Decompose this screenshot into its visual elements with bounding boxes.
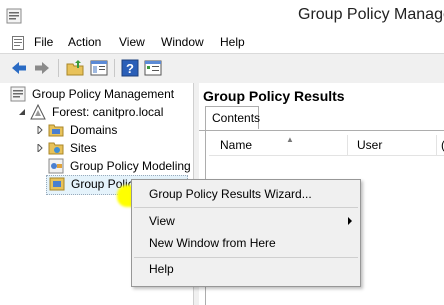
- tab-label: Contents: [212, 111, 261, 125]
- tab-contents[interactable]: Contents: [205, 106, 261, 129]
- properties-icon[interactable]: [144, 59, 162, 77]
- menu-window[interactable]: Window: [161, 35, 204, 49]
- tree-item-modeling[interactable]: Group Policy Modeling: [48, 158, 193, 176]
- domains-folder-icon: [48, 124, 64, 137]
- forest-icon: [30, 104, 46, 120]
- gpmc-icon: [10, 86, 26, 102]
- modeling-icon: [48, 158, 64, 174]
- sites-folder-icon: [48, 142, 64, 155]
- pane-title: Group Policy Results: [203, 88, 345, 104]
- menu-action[interactable]: Action: [68, 35, 101, 49]
- menu-item-results-wizard[interactable]: Group Policy Results Wizard...: [132, 183, 360, 205]
- menu-item-help[interactable]: Help: [132, 258, 360, 280]
- menu-help[interactable]: Help: [220, 35, 245, 49]
- column-header-user[interactable]: User: [357, 138, 382, 152]
- toolbar-separator: [114, 59, 115, 77]
- document-icon[interactable]: [12, 36, 24, 50]
- tree-item-label: Group Policy Modeling: [70, 159, 191, 173]
- menu-view[interactable]: View: [119, 35, 145, 49]
- toolbar-separator: [58, 59, 59, 77]
- column-divider[interactable]: [436, 135, 437, 155]
- column-header-name[interactable]: Name: [220, 138, 252, 152]
- up-folder-icon[interactable]: [66, 59, 84, 77]
- tree-item-domains[interactable]: Domains: [36, 122, 190, 140]
- tree-item-sites[interactable]: Sites: [36, 140, 190, 158]
- tree-item-label: Group Policy Management: [32, 87, 175, 101]
- menu-item-label: New Window from Here: [149, 236, 276, 250]
- menu-item-new-window[interactable]: New Window from Here: [132, 232, 360, 254]
- menu-file[interactable]: File: [34, 35, 53, 49]
- menu-item-label: Group Policy Results Wizard...: [149, 187, 312, 201]
- gpmc-icon: [6, 8, 22, 24]
- menu-item-view[interactable]: View: [132, 210, 360, 232]
- menu-item-label: Help: [149, 262, 174, 276]
- show-hide-tree-icon[interactable]: [90, 59, 108, 77]
- submenu-arrow-icon: [348, 217, 352, 225]
- window-title: Group Policy Managem: [298, 6, 444, 23]
- menu-separator: [134, 207, 358, 208]
- expand-arrow-icon[interactable]: [36, 126, 44, 134]
- toolbar: ?: [0, 53, 444, 84]
- results-icon: [49, 177, 65, 191]
- collapse-arrow-icon[interactable]: [18, 108, 26, 116]
- tree-item-label: Forest: canitpro.local: [52, 105, 164, 119]
- tree-item-root[interactable]: Group Policy Management: [10, 86, 190, 104]
- list-header: ▲ Name User (: [209, 135, 444, 156]
- forward-arrow-icon[interactable]: [33, 59, 51, 77]
- expand-arrow-icon[interactable]: [36, 144, 44, 152]
- context-menu: Group Policy Results Wizard... View New …: [131, 179, 361, 287]
- sort-arrow-icon: ▲: [286, 135, 294, 144]
- tree-item-label: Sites: [70, 141, 97, 155]
- svg-text:?: ?: [126, 61, 134, 76]
- help-icon[interactable]: ?: [121, 59, 139, 77]
- menu-item-label: View: [149, 214, 175, 228]
- back-arrow-icon[interactable]: [10, 59, 28, 77]
- tree-item-forest[interactable]: Forest: canitpro.local: [18, 104, 190, 122]
- tree-item-label: Domains: [70, 123, 118, 137]
- column-divider[interactable]: [347, 135, 348, 155]
- menu-bar: File Action View Window Help: [0, 33, 444, 53]
- title-bar: Group Policy Managem: [0, 0, 444, 33]
